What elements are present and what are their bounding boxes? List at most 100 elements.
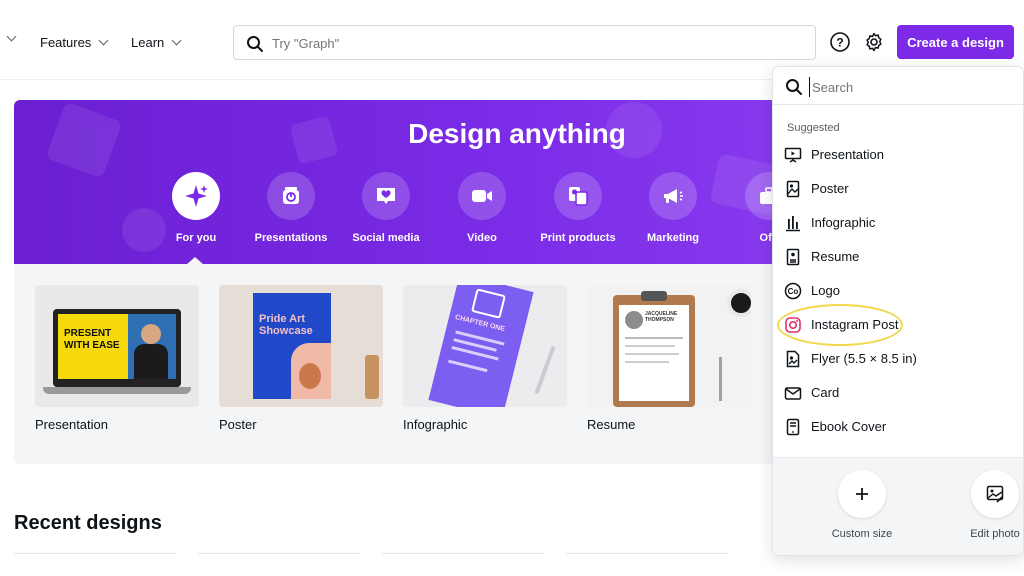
search-bar[interactable] — [233, 25, 816, 60]
heart-icon — [377, 188, 395, 204]
plus-icon — [856, 488, 868, 500]
template-caption: Poster — [219, 417, 257, 432]
category-for-you[interactable]: For you — [146, 172, 246, 244]
custom-size-label: Custom size — [831, 528, 893, 540]
laptop-screen: PRESENT WITH EASE — [53, 309, 181, 387]
thumb-text: Pride Art Showcase — [259, 313, 313, 337]
ebook-icon — [784, 418, 802, 436]
pen — [719, 357, 722, 401]
dropdown-item-poster[interactable]: Poster — [773, 174, 1023, 204]
category-social-media[interactable]: Social media — [336, 172, 436, 244]
dropdown-item-label: Flyer (5.5 × 8.5 in) — [811, 351, 917, 366]
dropdown-item-resume[interactable]: Resume — [773, 242, 1023, 272]
document-icon — [784, 248, 802, 266]
template-card-infographic[interactable]: CHAPTER ONE Infographic — [403, 285, 567, 432]
category-label: For you — [175, 232, 217, 244]
chevron-down-icon — [98, 35, 109, 46]
dropdown-search[interactable] — [773, 67, 1023, 105]
category-for-you-circle — [172, 172, 220, 220]
nav-features[interactable]: Features — [40, 35, 109, 50]
template-caption: Resume — [587, 417, 636, 432]
svg-text:?: ? — [836, 36, 843, 50]
chevron-down-icon[interactable] — [6, 31, 17, 42]
infographic-sheet: CHAPTER ONE — [428, 285, 534, 407]
custom-size-circle — [838, 470, 886, 518]
category-marketing[interactable]: Marketing — [623, 172, 723, 244]
dropdown-item-label: Presentation — [811, 147, 884, 162]
search-icon — [785, 78, 803, 101]
dropdown-item-logo[interactable]: Co Logo — [773, 276, 1023, 306]
thumb-text: PRESENT WITH EASE — [64, 328, 120, 351]
category-video[interactable]: Video — [432, 172, 532, 244]
gear-icon[interactable] — [863, 31, 885, 53]
recent-card-divider — [198, 553, 360, 554]
clipboard: JACQUELINE THOMPSON — [613, 291, 695, 407]
template-caption: Infographic — [403, 417, 468, 432]
category-presentations[interactable]: Presentations — [241, 172, 341, 244]
create-design-button[interactable]: Create a design — [897, 25, 1014, 59]
dropdown-item-label: Resume — [811, 249, 860, 264]
envelope-icon — [784, 384, 802, 402]
poster-thumbnail: Pride Art Showcase — [219, 285, 383, 407]
template-card-resume[interactable]: JACQUELINE THOMPSON Resume — [587, 285, 751, 432]
category-social-circle — [362, 172, 410, 220]
dropdown-item-infographic[interactable]: Infographic — [773, 208, 1023, 238]
category-label: Print products — [540, 232, 616, 244]
category-marketing-circle — [649, 172, 697, 220]
nav-learn[interactable]: Learn — [131, 35, 182, 50]
dropdown-footer: Custom size Edit photo — [773, 457, 1023, 555]
resume-thumbnail: JACQUELINE THOMPSON — [587, 285, 751, 407]
dropdown-item-label: Logo — [811, 283, 840, 298]
category-video-circle — [458, 172, 506, 220]
edit-photo-label: Edit photo — [970, 528, 1020, 540]
edit-photo-icon — [986, 485, 1004, 503]
presentation-icon — [283, 187, 299, 204]
recent-card-divider — [14, 553, 176, 554]
template-card-presentation[interactable]: PRESENT WITH EASE Presentation — [35, 285, 199, 432]
nav-learn-label: Learn — [131, 35, 165, 50]
suggested-heading: Suggested — [787, 122, 840, 134]
logo-co-icon: Co — [784, 282, 802, 300]
dropdown-search-input[interactable] — [809, 77, 1009, 97]
poster-artwork: Pride Art Showcase — [253, 293, 331, 399]
dropdown-item-label: Ebook Cover — [811, 419, 887, 434]
pencil-cup — [365, 355, 379, 399]
dropdown-item-label: Card — [811, 385, 840, 400]
category-label: Presentations — [254, 232, 328, 244]
category-label: Social media — [352, 232, 420, 244]
infographic-thumbnail: CHAPTER ONE — [403, 285, 567, 407]
coffee-cup — [727, 289, 751, 317]
instagram-post-highlight — [777, 304, 903, 346]
dropdown-item-label: Poster — [811, 181, 849, 196]
dropdown-item-label: Infographic — [811, 215, 876, 230]
search-input[interactable] — [272, 33, 792, 53]
search-icon — [246, 35, 264, 58]
dropdown-item-flyer[interactable]: Flyer (5.5 × 8.5 in) — [773, 344, 1023, 374]
flyer-icon — [784, 350, 802, 368]
template-caption: Presentation — [35, 417, 108, 432]
presentation-icon — [784, 146, 802, 164]
video-icon — [472, 190, 492, 202]
template-card-poster[interactable]: Pride Art Showcase Poster — [219, 285, 383, 432]
custom-size-button[interactable]: Custom size — [829, 470, 895, 540]
recent-designs-title: Recent designs — [14, 512, 162, 534]
recent-card-divider — [566, 553, 728, 554]
category-print-products[interactable]: Print products — [528, 172, 628, 244]
thumb-text: JACQUELINE THOMPSON — [645, 311, 678, 323]
pen — [534, 345, 556, 395]
poster-icon — [784, 180, 802, 198]
sparkle-icon — [185, 185, 208, 207]
dropdown-item-card[interactable]: Card — [773, 378, 1023, 408]
category-print-circle — [554, 172, 602, 220]
dropdown-item-presentation[interactable]: Presentation — [773, 140, 1023, 170]
megaphone-icon — [664, 189, 683, 203]
recent-card-divider — [382, 553, 544, 554]
edit-photo-button[interactable]: Edit photo — [965, 470, 1023, 540]
edit-photo-circle — [971, 470, 1019, 518]
nav-features-label: Features — [40, 35, 92, 50]
presentation-thumbnail: PRESENT WITH EASE — [35, 285, 199, 407]
dropdown-item-ebook-cover[interactable]: Ebook Cover — [773, 412, 1023, 442]
chevron-down-icon — [171, 35, 182, 46]
help-icon[interactable]: ? — [829, 31, 851, 53]
category-label: Marketing — [647, 232, 699, 244]
